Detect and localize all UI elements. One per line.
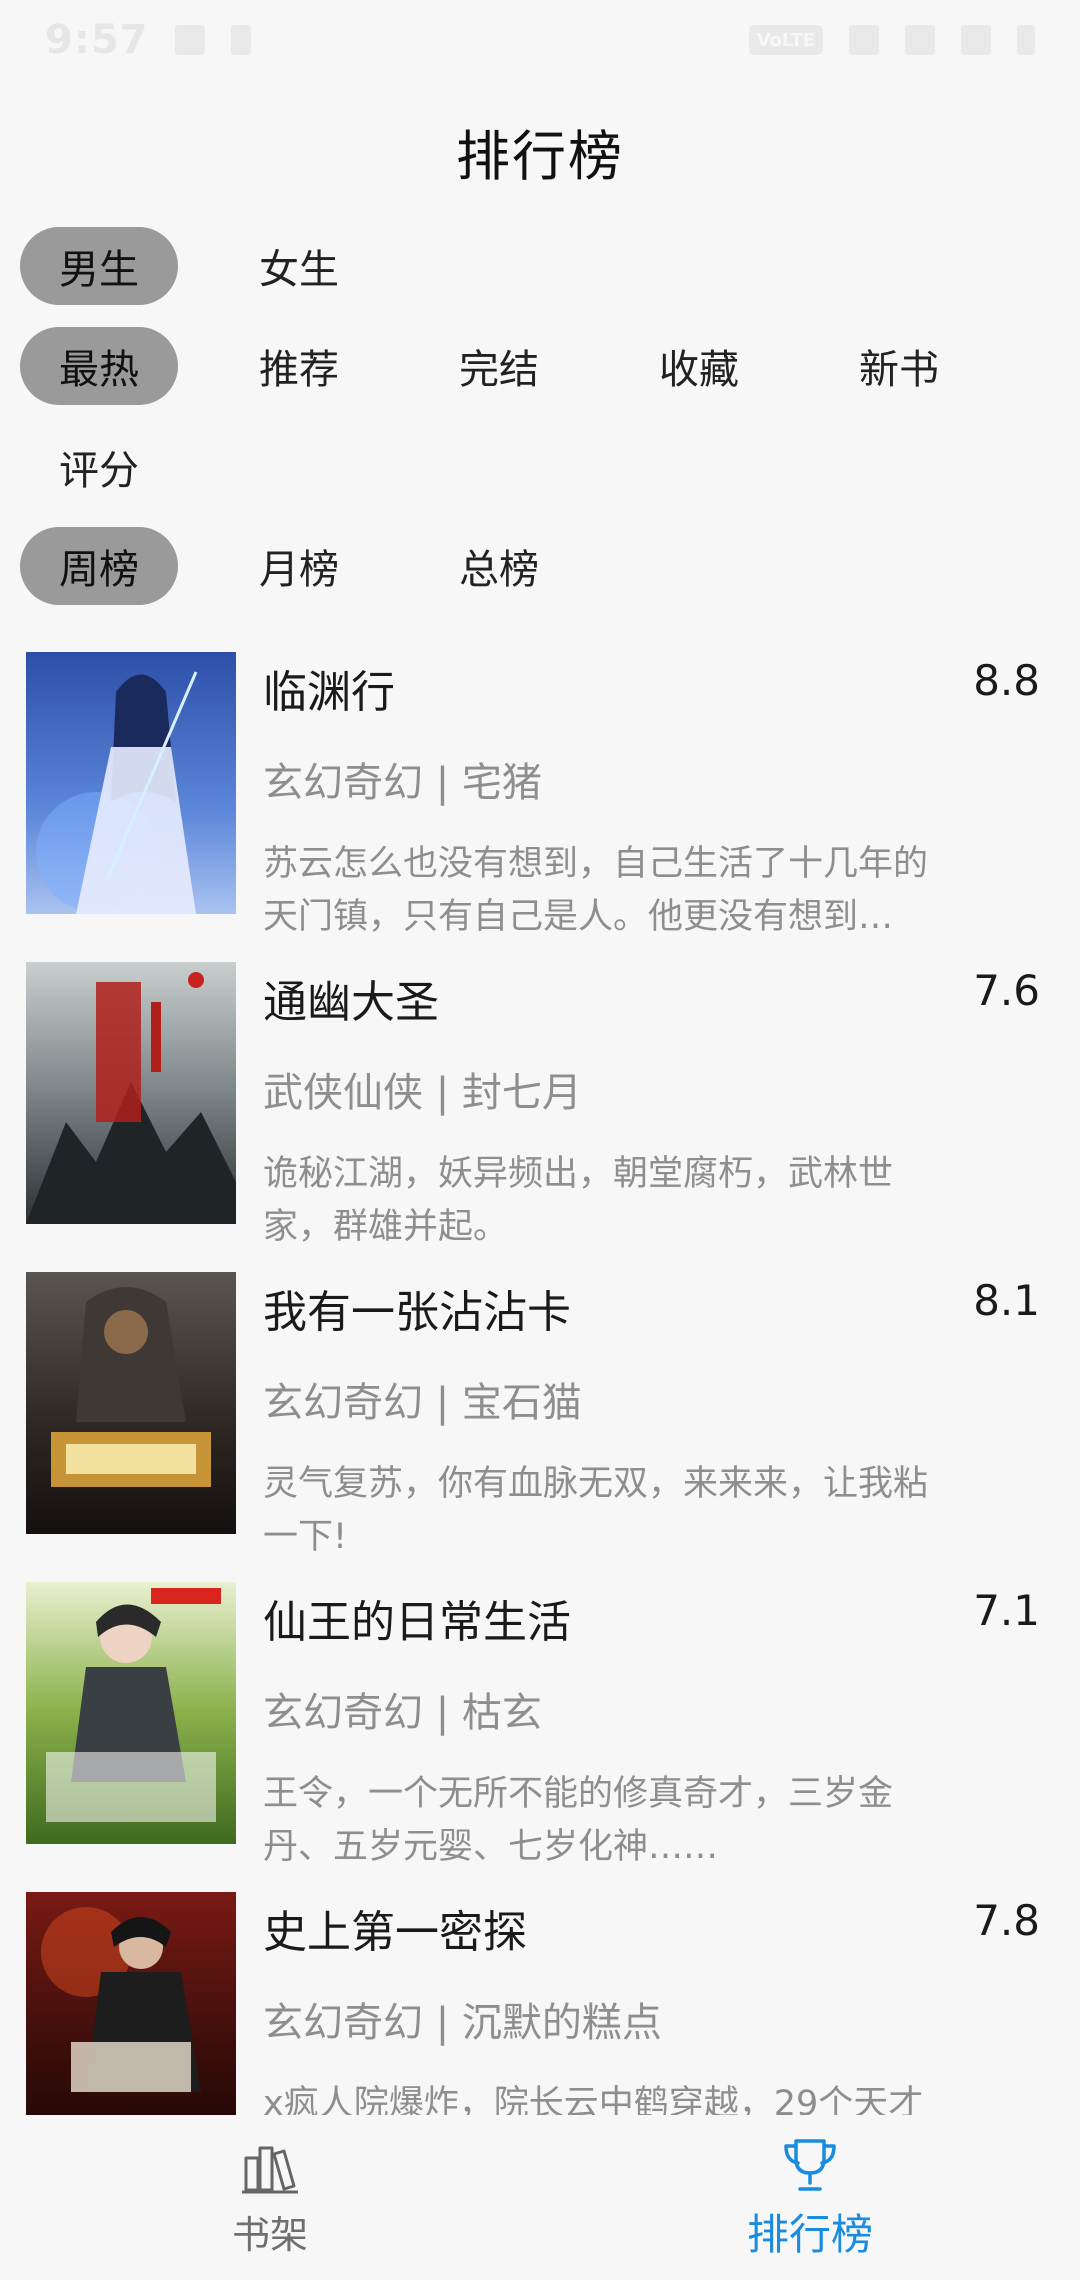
book-meta: 玄幻奇幻 | 宅猪 [263,760,542,806]
chip-period-total[interactable]: 总榜 [420,527,578,605]
book-item[interactable]: 仙王的日常生活 7.1 玄幻奇幻 | 枯玄 王令，一个无所不能的修真奇才，三岁金… [0,1580,1080,1890]
book-description: 灵气复苏，你有血脉无双，来来来，让我粘一下! [263,1464,929,1557]
book-item[interactable]: 史上第一密探 7.8 玄幻奇幻 | 沉默的糕点 x疯人院爆炸，院长云中鹤穿越，2… [0,1890,1080,2115]
book-title: 史上第一密探 [263,1907,527,1958]
mute-icon [849,25,879,55]
book-title: 临渊行 [263,667,395,718]
volte-badge: VoLTE [748,25,823,55]
chip-period-week[interactable]: 周榜 [20,527,178,605]
trophy-icon [778,2133,842,2197]
category-filter-row: 最热 推荐 完结 收藏 新书 [20,327,1020,405]
sim-notification-icon [230,25,251,55]
bookshelf-icon [238,2136,302,2200]
book-score: 7.1 [973,1586,1040,1635]
nav-bookshelf-label: 书架 [231,2213,308,2257]
chip-gender-male[interactable]: 男生 [20,227,178,305]
image-notification-icon [174,25,205,55]
book-title: 通幽大圣 [263,977,439,1028]
book-meta: 玄幻奇幻 | 沉默的糕点 [263,2000,662,2046]
status-right: VoLTE [748,25,1035,55]
gender-filter-row: 男生 女生 [20,227,420,305]
category-filter-row-2: 评分 [20,428,220,506]
chip-category-favorites[interactable]: 收藏 [620,327,778,405]
chip-category-rating[interactable]: 评分 [20,428,178,506]
signal-icon [961,25,991,55]
book-cover[interactable] [26,962,236,1224]
chip-gender-female[interactable]: 女生 [220,227,378,305]
book-description: 苏云怎么也没有想到，自己生活了十几年的天门镇，只有自己是人。他更没有想到… [263,844,929,937]
book-meta: 玄幻奇幻 | 枯玄 [263,1690,542,1736]
nav-bookshelf[interactable]: 书架 [0,2115,540,2280]
book-item[interactable]: 我有一张沾沾卡 8.1 玄幻奇幻 | 宝石猫 灵气复苏，你有血脉无双，来来来，让… [0,1270,1080,1580]
status-bar: 9:57 VoLTE [0,0,1080,80]
book-cover[interactable] [26,652,236,914]
book-score: 8.8 [973,656,1040,705]
book-cover[interactable] [26,1582,236,1844]
book-cover[interactable] [26,1892,236,2115]
book-cover[interactable] [26,1272,236,1534]
book-item[interactable]: 通幽大圣 7.6 武侠仙侠 | 封七月 诡秘江湖，妖异频出，朝堂腐朽，武林世家，… [0,960,1080,1270]
battery-icon [1017,25,1035,55]
nav-ranking-label: 排行榜 [746,2210,873,2259]
book-score: 8.1 [973,1276,1040,1325]
book-description: x疯人院爆炸，院长云中鹤穿越，29个天才 [263,2084,924,2115]
period-filter-row: 周榜 月榜 总榜 [20,527,620,605]
chip-period-month[interactable]: 月榜 [220,527,378,605]
status-left: 9:57 [45,17,251,63]
chip-category-finished[interactable]: 完结 [420,327,578,405]
bottom-nav: 书架 排行榜 [0,2115,1080,2280]
book-meta: 武侠仙侠 | 封七月 [263,1070,582,1116]
book-title: 我有一张沾沾卡 [263,1287,571,1338]
chip-category-hot[interactable]: 最热 [20,327,178,405]
book-score: 7.6 [973,966,1040,1015]
book-meta: 玄幻奇幻 | 宝石猫 [263,1380,582,1426]
book-list[interactable]: 临渊行 8.8 玄幻奇幻 | 宅猪 苏云怎么也没有想到，自己生活了十几年的天门镇… [0,650,1080,2115]
nav-ranking[interactable]: 排行榜 [540,2115,1080,2280]
book-score: 7.8 [973,1896,1040,1945]
book-description: 诡秘江湖，妖异频出，朝堂腐朽，武林世家，群雄并起。 [263,1154,894,1247]
book-item[interactable]: 临渊行 8.8 玄幻奇幻 | 宅猪 苏云怎么也没有想到，自己生活了十几年的天门镇… [0,650,1080,960]
chip-category-new[interactable]: 新书 [820,327,978,405]
status-time: 9:57 [45,17,149,63]
book-description: 王令，一个无所不能的修真奇才，三岁金丹、五岁元婴、七岁化神…… [263,1774,894,1867]
chip-category-recommend[interactable]: 推荐 [220,327,378,405]
wifi-icon [905,25,935,55]
book-title: 仙王的日常生活 [263,1597,571,1648]
page-title: 排行榜 [456,125,624,188]
